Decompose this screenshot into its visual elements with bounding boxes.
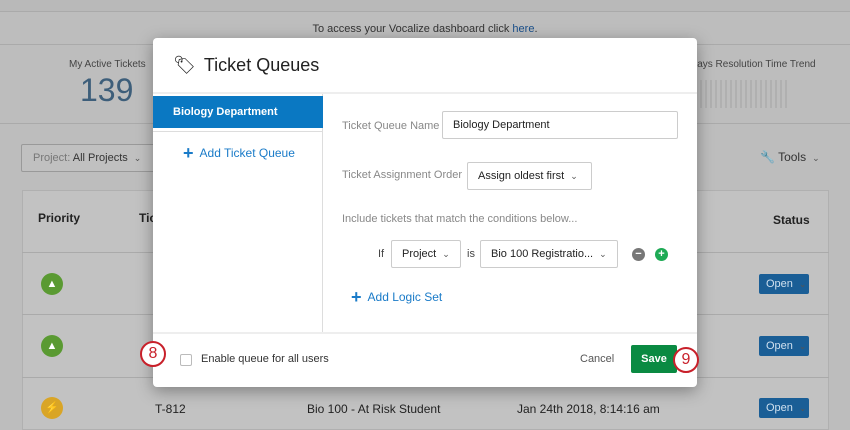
- tags-icon: 🏷: [173, 55, 196, 75]
- header-status[interactable]: Status: [773, 213, 810, 227]
- assignment-order-select[interactable]: Assign oldest first ⌄: [467, 162, 592, 190]
- modal-title-text: Ticket Queues: [203, 55, 320, 75]
- condition-field-select[interactable]: Project ⌄: [391, 240, 461, 268]
- plus-icon: +: [183, 143, 194, 163]
- field-value: Project: [402, 248, 437, 260]
- active-tickets-value: 139: [80, 72, 134, 108]
- footer-divider: [153, 332, 697, 334]
- ticket-date: Jan 24th 2018, 8:14:16 am: [517, 402, 660, 416]
- chevron-down-icon: ⌄: [798, 403, 807, 413]
- status-dropdown[interactable]: Open ⌄: [759, 274, 809, 294]
- chevron-down-icon: ⌄: [812, 153, 820, 163]
- if-label: If: [378, 248, 385, 260]
- ticket-id[interactable]: T-812: [155, 402, 186, 416]
- tools-menu[interactable]: 🔧 Tools ⌄: [760, 150, 820, 164]
- header-priority[interactable]: Priority: [38, 211, 80, 225]
- queue-item-biology[interactable]: Biology Department: [153, 96, 323, 128]
- project-filter[interactable]: Project: All Projects ⌄: [21, 144, 161, 172]
- remove-condition-icon[interactable]: −: [632, 248, 645, 261]
- top-bar: [0, 0, 850, 12]
- status-dropdown[interactable]: Open ⌄: [759, 336, 809, 356]
- chevron-down-icon: ⌄: [442, 249, 450, 259]
- order-value: Assign oldest first: [478, 170, 565, 182]
- operator-label: is: [467, 248, 475, 260]
- banner-period: .: [534, 23, 538, 35]
- ticket-name: Bio 100 - At Risk Student: [307, 402, 441, 416]
- ticket-queues-modal: 🏷 Ticket Queues Biology Department + Add …: [153, 38, 697, 387]
- add-queue-label: Add Ticket Queue: [199, 146, 295, 160]
- chevron-down-icon: ⌄: [599, 249, 607, 259]
- trend-label: Days Resolution Time Trend: [690, 59, 816, 70]
- add-condition-icon[interactable]: +: [655, 248, 668, 261]
- status-dropdown[interactable]: Open ⌄: [759, 398, 809, 418]
- chevron-down-icon: ⌄: [798, 279, 807, 289]
- cancel-button[interactable]: Cancel: [580, 353, 614, 365]
- add-logic-set-button[interactable]: + Add Logic Set: [351, 288, 442, 306]
- queue-name-input[interactable]: Biology Department: [442, 111, 678, 139]
- chevron-down-icon: ⌄: [133, 153, 142, 163]
- queue-list: Biology Department + Add Ticket Queue: [153, 94, 323, 332]
- priority-low-icon: ▲: [41, 273, 63, 295]
- callout-9: 9: [673, 347, 699, 373]
- tools-label: Tools: [778, 150, 807, 164]
- conditions-label: Include tickets that match the condition…: [342, 213, 578, 225]
- save-button[interactable]: Save: [631, 345, 677, 373]
- condition-value-select[interactable]: Bio 100 Registratio... ⌄: [480, 240, 618, 268]
- active-tickets-label: My Active Tickets: [69, 59, 146, 70]
- status-label: Open: [766, 278, 793, 290]
- add-ticket-queue-button[interactable]: + Add Ticket Queue: [183, 144, 295, 162]
- wrench-icon: 🔧: [760, 150, 775, 164]
- trend-sparkline: [700, 80, 790, 108]
- banner-text: To access your Vocalize dashboard click: [312, 23, 513, 35]
- priority-high-icon: ⚡: [41, 397, 63, 419]
- chevron-down-icon: ⌄: [570, 171, 578, 181]
- add-logic-label: Add Logic Set: [367, 290, 443, 304]
- value-text: Bio 100 Registratio...: [491, 248, 594, 260]
- project-value: All Projects: [72, 152, 128, 164]
- divider: [153, 131, 323, 132]
- queue-name-label: Ticket Queue Name: [342, 120, 440, 132]
- status-label: Open: [766, 340, 793, 352]
- plus-icon: +: [351, 287, 362, 307]
- enable-all-users-checkbox[interactable]: [180, 354, 192, 366]
- chevron-down-icon: ⌄: [798, 341, 807, 351]
- status-label: Open: [766, 402, 793, 414]
- callout-8: 8: [140, 341, 166, 367]
- banner-link[interactable]: here: [512, 23, 534, 35]
- priority-low-icon: ▲: [41, 335, 63, 357]
- enable-all-users-label[interactable]: Enable queue for all users: [201, 353, 329, 365]
- assignment-order-label: Ticket Assignment Order: [342, 169, 463, 181]
- modal-title: 🏷 Ticket Queues: [173, 55, 319, 76]
- project-label: Project:: [33, 152, 71, 164]
